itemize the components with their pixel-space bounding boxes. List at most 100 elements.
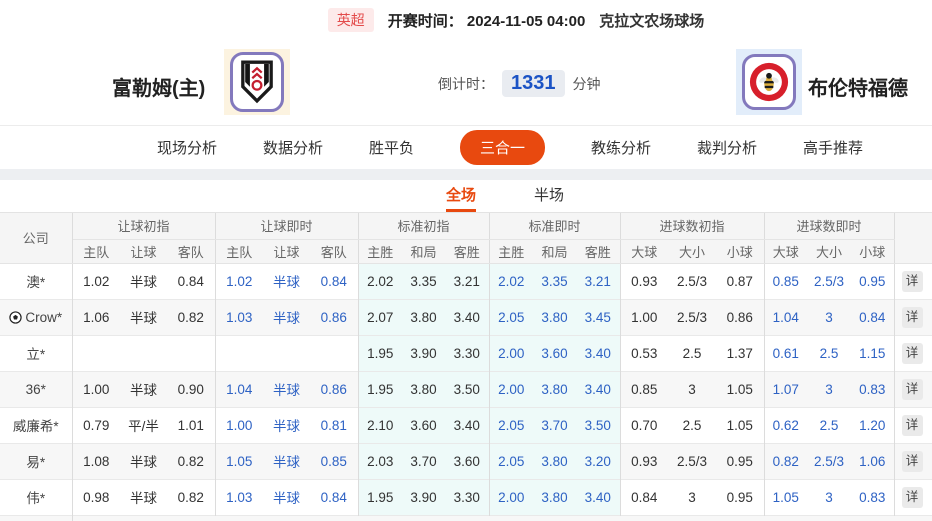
- odds-cell: 3.70: [402, 442, 445, 479]
- odds-cell: 3.60: [533, 334, 576, 371]
- odds-cell: 2.5: [668, 334, 716, 371]
- odds-cell: 半球: [263, 478, 310, 515]
- nav-tab-2[interactable]: 胜平负: [369, 137, 414, 158]
- odds-cell: 3.80: [533, 442, 576, 479]
- section-divider: [0, 169, 932, 180]
- company-cell: 伟*: [0, 478, 73, 515]
- odds-cell: 0.61: [763, 334, 808, 371]
- odds-cell: 2.5/3: [668, 262, 716, 299]
- odds-cell: 半球: [120, 442, 167, 479]
- detail-button[interactable]: 详: [901, 270, 923, 292]
- sub-column-header: 让球: [120, 239, 167, 264]
- odds-cell: 3: [807, 298, 852, 335]
- odds-cell: 1.05: [716, 406, 765, 443]
- odds-cell: 0.85: [763, 262, 808, 299]
- odds-cell: 2.05: [488, 298, 533, 335]
- detail-button[interactable]: 详: [901, 450, 923, 472]
- nav-tab-4[interactable]: 教练分析: [591, 137, 651, 158]
- odds-cell: 1.95: [357, 370, 402, 407]
- odds-cell: 2.5/3: [668, 442, 716, 479]
- odds-cell: 半球: [263, 298, 310, 335]
- detail-cell: 详析: [893, 262, 932, 299]
- odds-cell: [71, 334, 120, 371]
- odds-cell: 0.86: [310, 370, 358, 407]
- match-info-bar: 英超 开赛时间： 2024-11-05 04:00 克拉文农场球场: [0, 0, 932, 40]
- odds-cell: 2.10: [357, 406, 402, 443]
- odds-cell: 3.45: [576, 298, 620, 335]
- group-header: 让球初指: [71, 213, 215, 240]
- odds-cell: 0.62: [763, 406, 808, 443]
- odds-cell: 1.06: [851, 442, 895, 479]
- odds-cell: 2.07: [357, 298, 402, 335]
- odds-cell: 1.08: [71, 442, 120, 479]
- odds-cell: 2.00: [488, 334, 533, 371]
- nav-tab-0[interactable]: 现场分析: [157, 137, 217, 158]
- odds-cell: 半球: [263, 442, 310, 479]
- company-name: 威廉希*: [12, 419, 59, 434]
- odds-cell: 3.50: [445, 370, 489, 407]
- detail-button[interactable]: 详: [901, 414, 923, 436]
- nav-tab-1[interactable]: 数据分析: [263, 137, 323, 158]
- odds-cell: 3.60: [402, 406, 445, 443]
- odds-cell: 3.60: [445, 442, 489, 479]
- odds-cell: 3.50: [576, 406, 620, 443]
- company-cell: Crow*: [0, 298, 73, 335]
- detail-button[interactable]: 详: [901, 486, 923, 508]
- soccer-ball-icon: [9, 310, 23, 324]
- home-team-logo[interactable]: [224, 49, 290, 115]
- odds-cell: 0.82: [763, 442, 808, 479]
- odds-cell: 2.00: [488, 370, 533, 407]
- subtab-0[interactable]: 全场: [445, 184, 476, 212]
- group-header: 进球数即时: [763, 213, 895, 240]
- odds-cell: 0.93: [619, 262, 668, 299]
- odds-cell: 1.05: [716, 370, 765, 407]
- odds-cell: 半球: [120, 262, 167, 299]
- odds-cell: 3.30: [445, 478, 489, 515]
- odds-cell: 3.21: [445, 262, 489, 299]
- odds-cell: 0.84: [310, 478, 358, 515]
- sub-column-header: 客胜: [576, 239, 620, 264]
- odds-cell: 1.05: [763, 478, 808, 515]
- detail-button[interactable]: 详: [901, 306, 923, 328]
- odds-cell: 半球: [120, 478, 167, 515]
- away-team-logo[interactable]: [736, 49, 802, 115]
- company-column-header: 公司: [0, 213, 73, 264]
- detail-cell: 详析: [893, 442, 932, 479]
- odds-cell: 3.80: [402, 370, 445, 407]
- nav-tabs: 现场分析 数据分析 胜平负 三合一 教练分析 裁判分析 高手推荐: [0, 125, 932, 169]
- nav-tab-5[interactable]: 裁判分析: [697, 137, 757, 158]
- subtab-1[interactable]: 半场: [534, 184, 564, 212]
- detail-cell: 详析: [893, 298, 932, 335]
- nav-tab-3[interactable]: 三合一: [459, 130, 545, 165]
- group-header: 进球数初指: [619, 213, 765, 240]
- odds-row: 威廉希* 0.79 平/半 1.01 1.00 半球 0.81 2.10 3.60 3.40 2.0…: [0, 406, 932, 443]
- odds-cell: 3.20: [576, 442, 620, 479]
- nav-tab-6[interactable]: 高手推荐: [803, 137, 863, 158]
- odds-row: 伟* 0.98 半球 0.82 1.03 半球 0.84 1.95 3.90 3.30 2.00 3.…: [0, 478, 932, 515]
- odds-cell: 半球: [263, 370, 310, 407]
- odds-cell: 0.90: [167, 370, 215, 407]
- odds-cell: 3.90: [402, 478, 445, 515]
- detail-button[interactable]: 详: [901, 342, 923, 364]
- odds-cell: [310, 334, 358, 371]
- odds-cell: 3.80: [533, 370, 576, 407]
- group-header: 标准即时: [488, 213, 620, 240]
- league-badge[interactable]: 英超: [327, 8, 374, 32]
- odds-cell: 2.5: [807, 334, 852, 371]
- odds-cell: 1.15: [851, 334, 895, 371]
- odds-cell: 3.30: [445, 334, 489, 371]
- venue: 克拉文农场球场: [599, 12, 705, 30]
- odds-cell: 2.5/3: [668, 298, 716, 335]
- detail-button[interactable]: 详: [901, 378, 923, 400]
- odds-cell: 半球: [120, 298, 167, 335]
- sub-column-header: 主队: [214, 239, 263, 264]
- group-header: 标准初指: [357, 213, 489, 240]
- odds-cell: 1.95: [357, 334, 402, 371]
- countdown-label: 倒计时：: [438, 75, 494, 92]
- group-header: 让球即时: [214, 213, 358, 240]
- sub-column-header: 主胜: [488, 239, 533, 264]
- sub-column-header: 客胜: [445, 239, 489, 264]
- odds-cell: 0.84: [167, 262, 215, 299]
- home-crest-box: [230, 52, 284, 112]
- sub-column-header: 和局: [402, 239, 445, 264]
